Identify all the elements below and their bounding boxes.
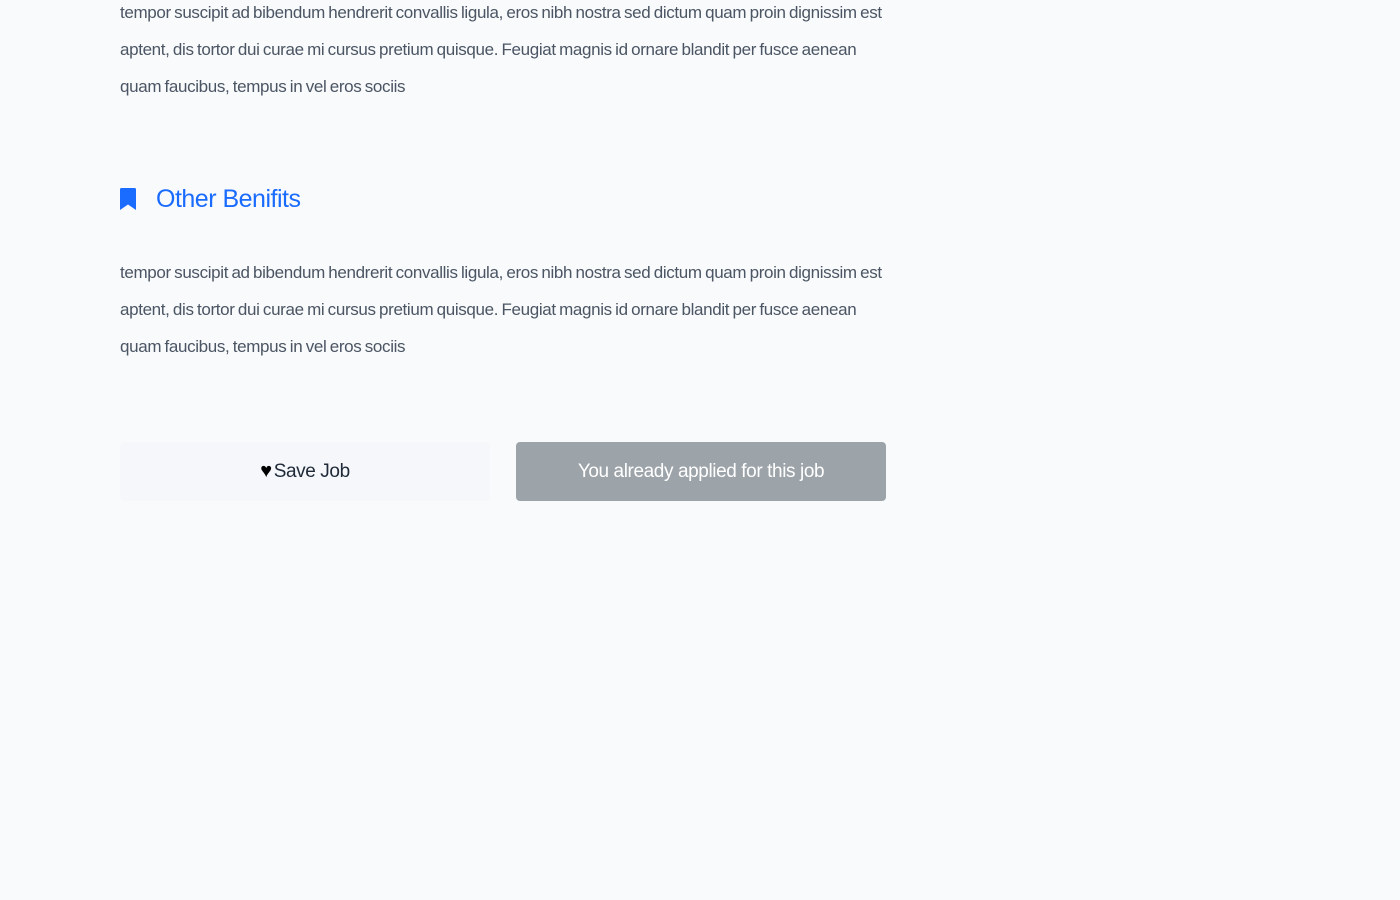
already-applied-button[interactable]: You already applied for this job xyxy=(516,442,886,501)
job-actions: ♥ Save Job You already applied for this … xyxy=(120,442,886,501)
section-heading-other-benefits: Other Benifits xyxy=(120,182,301,216)
heart-icon: ♥ xyxy=(260,459,272,482)
already-applied-label: You already applied for this job xyxy=(577,460,825,482)
save-job-label: Save Job xyxy=(273,460,350,482)
section-body-text: tempor suscipit ad bibendum hendrerit co… xyxy=(120,263,882,356)
section-body-text: tempor suscipit ad bibendum hendrerit co… xyxy=(120,3,882,96)
section-heading-text: Other Benifits xyxy=(156,184,301,213)
bookmark-icon xyxy=(120,188,136,210)
save-job-button[interactable]: ♥ Save Job xyxy=(120,442,490,501)
